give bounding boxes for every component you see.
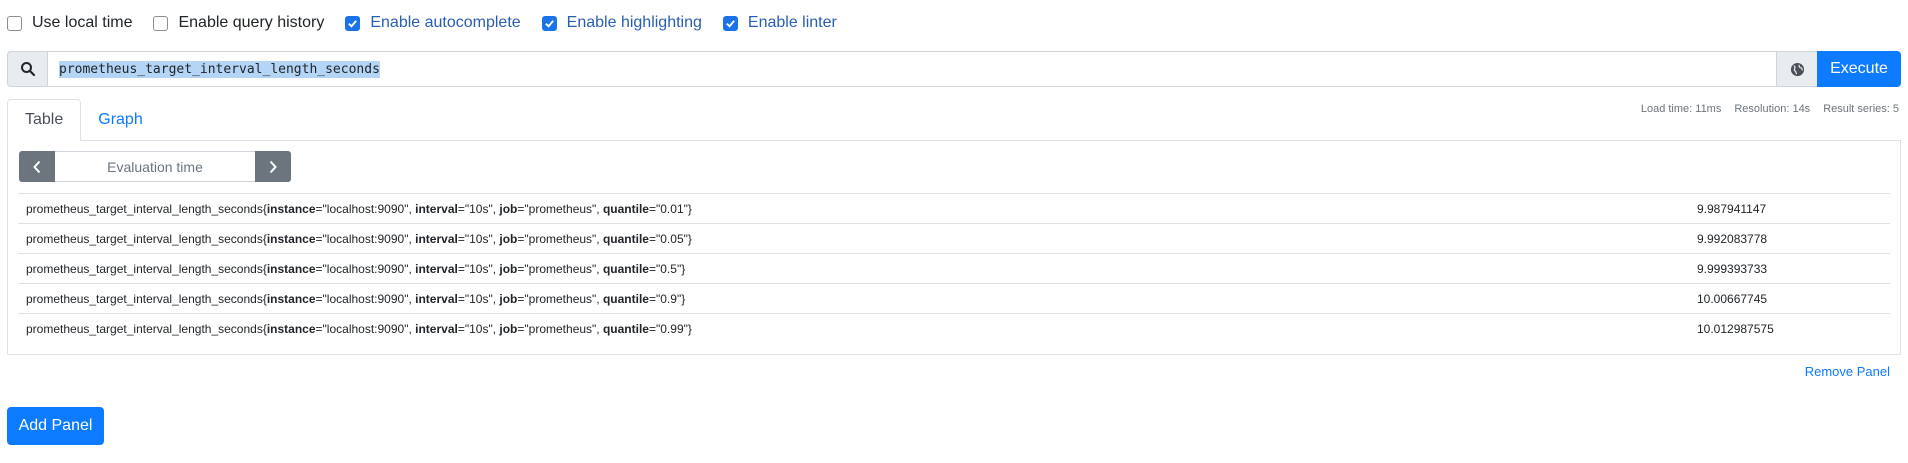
prometheus-query-page: Use local time Enable query history Enab…: [0, 0, 1908, 463]
table-panel: Evaluation time prometheus_target_interv…: [7, 140, 1901, 355]
option-enable-autocomplete[interactable]: Enable autocomplete: [345, 14, 521, 32]
table-row: prometheus_target_interval_length_second…: [18, 193, 1890, 223]
series-value: 9.992083778: [1697, 231, 1768, 246]
expression-text: prometheus_target_interval_length_second…: [59, 60, 380, 78]
table-row: prometheus_target_interval_length_second…: [18, 253, 1890, 283]
series-value: 10.012987575: [1697, 321, 1774, 336]
table-row: prometheus_target_interval_length_second…: [18, 313, 1890, 343]
option-label: Use local time: [32, 14, 133, 31]
option-enable-query-history[interactable]: Enable query history: [153, 14, 324, 32]
resolution: Resolution: 14s: [1734, 103, 1811, 115]
series-label: prometheus_target_interval_length_second…: [26, 291, 686, 306]
next-time-button[interactable]: [255, 151, 291, 182]
series-value: 9.987941147: [1697, 201, 1767, 216]
series-label: prometheus_target_interval_length_second…: [26, 321, 692, 336]
results-table: prometheus_target_interval_length_second…: [18, 193, 1890, 343]
chevron-left-icon: [33, 160, 41, 173]
checkbox-enable-autocomplete[interactable]: [345, 15, 361, 31]
expression-bar: prometheus_target_interval_length_second…: [7, 51, 1901, 87]
evaluation-time-group: Evaluation time: [19, 151, 291, 182]
search-icon: [7, 51, 47, 87]
series-label: prometheus_target_interval_length_second…: [26, 261, 686, 276]
option-label: Enable highlighting: [566, 14, 702, 31]
check-icon: [726, 19, 735, 28]
tab-table[interactable]: Table: [7, 99, 82, 141]
result-series: Result series: 5: [1823, 103, 1899, 115]
metrics-explorer-globe-icon[interactable]: [1777, 51, 1817, 87]
checkbox-use-local-time[interactable]: [7, 15, 22, 31]
query-options: Use local time Enable query history Enab…: [7, 11, 858, 35]
series-value: 9.999393733: [1697, 261, 1768, 276]
option-label: Enable autocomplete: [370, 14, 521, 31]
execute-button[interactable]: Execute: [1817, 51, 1901, 87]
tab-graph[interactable]: Graph: [81, 99, 159, 141]
check-icon: [348, 19, 358, 28]
option-enable-linter[interactable]: Enable linter: [722, 14, 837, 32]
series-label: prometheus_target_interval_length_second…: [26, 201, 692, 216]
query-stats: Load time: 11ms Resolution: 14s Result s…: [1628, 103, 1899, 115]
previous-time-button[interactable]: [19, 151, 55, 182]
evaluation-time-input[interactable]: Evaluation time: [55, 151, 255, 182]
check-icon: [544, 19, 554, 28]
expression-input[interactable]: prometheus_target_interval_length_second…: [47, 51, 1777, 87]
option-enable-highlighting[interactable]: Enable highlighting: [541, 14, 702, 32]
option-label: Enable linter: [747, 14, 837, 31]
panel-tabs: Table Graph: [7, 99, 160, 141]
checkbox-enable-highlighting[interactable]: [541, 15, 557, 31]
table-row: prometheus_target_interval_length_second…: [18, 283, 1890, 313]
series-label: prometheus_target_interval_length_second…: [26, 231, 692, 246]
chevron-right-icon: [269, 160, 277, 173]
option-label: Enable query history: [178, 14, 325, 31]
load-time: Load time: 11ms: [1640, 103, 1722, 115]
checkbox-enable-linter[interactable]: [722, 15, 738, 31]
option-use-local-time[interactable]: Use local time: [7, 14, 132, 32]
series-value: 10.00667745: [1697, 291, 1768, 306]
add-panel-button[interactable]: Add Panel: [7, 407, 104, 445]
remove-panel-link[interactable]: Remove Panel: [1805, 364, 1890, 379]
checkbox-enable-query-history[interactable]: [153, 15, 169, 31]
table-row: prometheus_target_interval_length_second…: [18, 223, 1890, 253]
